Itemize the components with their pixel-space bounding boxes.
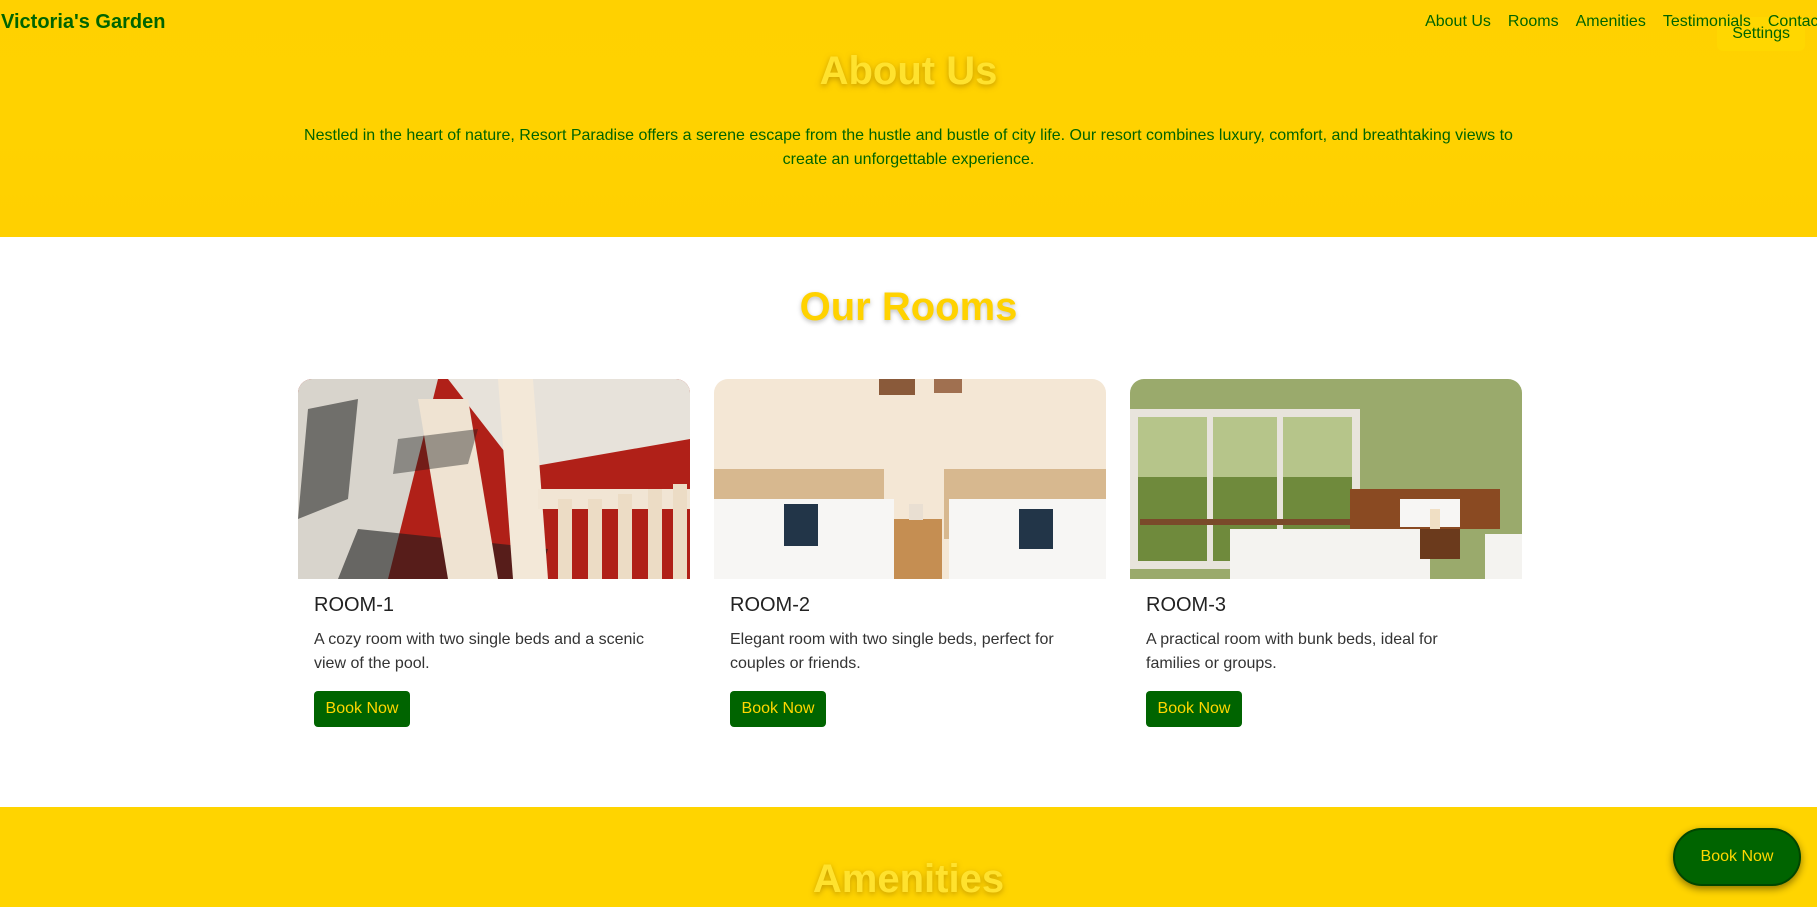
room-3-book-button[interactable]: Book Now bbox=[1146, 691, 1242, 727]
room-card-3: ROOM-3 A practical room with bunk beds, … bbox=[1130, 379, 1522, 729]
room-3-image bbox=[1130, 379, 1522, 579]
amenities-title: Amenities bbox=[812, 857, 1005, 901]
room-3-description: A practical room with bunk beds, ideal f… bbox=[1146, 631, 1438, 672]
room-2-book-button[interactable]: Book Now bbox=[730, 691, 826, 727]
room-1-image bbox=[298, 379, 690, 579]
room-3-title: ROOM-3 bbox=[1146, 594, 1226, 616]
room-1-description: A cozy room with two single beds and a s… bbox=[314, 631, 644, 672]
nav-amenities[interactable]: Amenities bbox=[1576, 13, 1646, 31]
floating-book-now-button[interactable]: Book Now bbox=[1673, 828, 1801, 886]
amenities-section: Amenities bbox=[0, 807, 1817, 907]
nav-rooms[interactable]: Rooms bbox=[1508, 13, 1559, 31]
about-text: Nestled in the heart of nature, Resort P… bbox=[304, 127, 1513, 168]
brand-logo[interactable]: Victoria's Garden bbox=[0, 11, 165, 34]
room-2-title: ROOM-2 bbox=[730, 594, 810, 616]
nav-links: About Us Rooms Amenities Testimonials Co… bbox=[1425, 13, 1817, 31]
room-2-description: Elegant room with two single beds, perfe… bbox=[730, 631, 1054, 672]
room-card-2: ROOM-2 Elegant room with two single beds… bbox=[714, 379, 1106, 729]
room-card-1: ROOM-1 A cozy room with two single beds … bbox=[298, 379, 690, 729]
room-2-image bbox=[714, 379, 1106, 579]
room-1-title: ROOM-1 bbox=[314, 594, 394, 616]
room-1-book-button[interactable]: Book Now bbox=[314, 691, 410, 727]
nav-contact[interactable]: Contact bbox=[1768, 13, 1817, 31]
navbar: Victoria's Garden About Us Rooms Ameniti… bbox=[0, 0, 1817, 44]
about-title: About Us bbox=[819, 49, 998, 93]
nav-about-us[interactable]: About Us bbox=[1425, 13, 1491, 31]
nav-testimonials[interactable]: Testimonials bbox=[1663, 13, 1751, 31]
rooms-title: Our Rooms bbox=[799, 285, 1018, 329]
